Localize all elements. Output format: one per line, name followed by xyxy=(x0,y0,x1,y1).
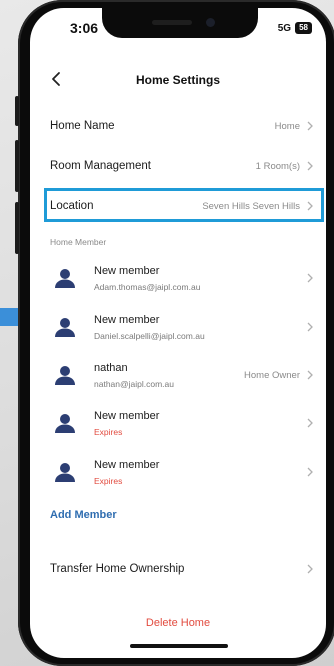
home-name-value: Home xyxy=(274,120,300,132)
room-management-row[interactable]: Room Management 1 Room(s) xyxy=(30,147,326,185)
chevron-right-icon xyxy=(307,370,313,380)
member-email: nathan@jaipl.com.au xyxy=(94,378,174,389)
chevron-right-icon xyxy=(307,418,313,428)
person-icon xyxy=(55,269,75,288)
chevron-right-icon xyxy=(307,467,313,477)
mute-switch xyxy=(15,96,19,126)
chevron-right-icon xyxy=(307,121,313,131)
room-management-value: 1 Room(s) xyxy=(255,160,300,172)
person-icon xyxy=(55,318,75,337)
member-name: nathan xyxy=(94,361,128,374)
member-role: Home Owner xyxy=(244,369,300,381)
member-expires: Expires xyxy=(94,475,123,486)
member-name: New member xyxy=(94,313,160,326)
volume-up-button xyxy=(15,140,19,192)
transfer-ownership-label: Transfer Home Ownership xyxy=(50,563,185,575)
volume-down-button xyxy=(15,202,19,254)
page-title: Home Settings xyxy=(135,73,220,87)
person-icon xyxy=(55,463,75,482)
member-name: New member xyxy=(94,409,160,422)
transfer-ownership-row[interactable]: Transfer Home Ownership xyxy=(30,550,326,588)
home-indicator xyxy=(130,644,228,648)
chevron-right-icon xyxy=(307,564,313,574)
location-value: Seven Hills Seven Hills xyxy=(202,200,300,212)
chevron-right-icon xyxy=(307,201,313,211)
member-item[interactable]: New member Daniel.scalpelli@jaipl.com.au xyxy=(30,304,326,350)
person-icon xyxy=(55,414,75,433)
member-name: New member xyxy=(94,264,160,277)
navigation-bar: Home Settings xyxy=(30,64,326,94)
room-management-label: Room Management xyxy=(50,160,151,172)
network-type: 5G xyxy=(277,22,292,34)
member-item[interactable]: New member Expires xyxy=(30,449,326,495)
chevron-right-icon xyxy=(307,161,313,171)
add-member-button[interactable]: Add Member xyxy=(50,509,117,521)
battery-icon: 58 xyxy=(295,22,312,34)
home-name-label: Home Name xyxy=(50,120,115,132)
home-name-row[interactable]: Home Name Home xyxy=(30,107,326,145)
status-indicators: 5G 58 xyxy=(278,22,312,34)
phone-screen: 3:06 5G 58 Home Settings Home Name Home … xyxy=(30,8,326,658)
background-accent xyxy=(0,308,20,326)
speaker-grille xyxy=(152,20,192,25)
member-name: New member xyxy=(94,458,160,471)
delete-home-button[interactable]: Delete Home xyxy=(30,617,326,629)
chevron-right-icon xyxy=(307,273,313,283)
chevron-right-icon xyxy=(307,322,313,332)
camera-icon xyxy=(206,18,215,27)
person-icon xyxy=(55,366,75,385)
notch xyxy=(102,8,258,38)
status-time: 3:06 xyxy=(70,20,99,36)
location-label: Location xyxy=(50,200,94,212)
member-item[interactable]: New member Expires xyxy=(30,400,326,446)
home-member-section-label: Home Member xyxy=(50,237,107,247)
member-email: Daniel.scalpelli@jaipl.com.au xyxy=(94,330,205,341)
member-expires: Expires xyxy=(94,426,123,437)
member-email: Adam.thomas@jaipl.com.au xyxy=(94,281,201,292)
location-row[interactable]: Location Seven Hills Seven Hills xyxy=(30,187,326,225)
member-item[interactable]: New member Adam.thomas@jaipl.com.au xyxy=(30,255,326,301)
member-item[interactable]: nathan nathan@jaipl.com.au Home Owner xyxy=(30,352,326,398)
